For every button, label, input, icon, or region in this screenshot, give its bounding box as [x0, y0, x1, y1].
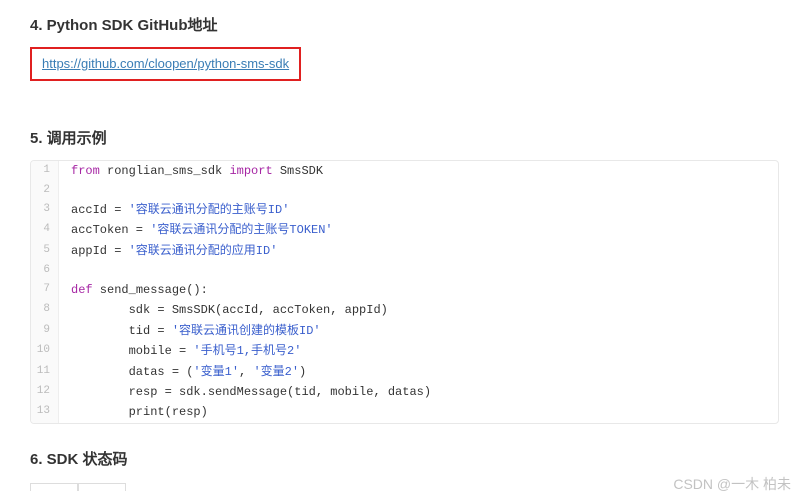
line-number: 8	[31, 300, 59, 320]
code-row: 1from ronglian_sms_sdk import SmsSDK	[31, 161, 778, 181]
code-line	[59, 181, 71, 200]
code-row: 3accId = '容联云通讯分配的主账号ID'	[31, 200, 778, 220]
code-line: accId = '容联云通讯分配的主账号ID'	[59, 200, 289, 220]
code-row: 12 resp = sdk.sendMessage(tid, mobile, d…	[31, 382, 778, 402]
code-line: sdk = SmsSDK(accId, accToken, appId)	[59, 300, 388, 320]
code-row: 5appId = '容联云通讯分配的应用ID'	[31, 241, 778, 261]
code-line: from ronglian_sms_sdk import SmsSDK	[59, 161, 323, 181]
line-number: 13	[31, 402, 59, 422]
line-number: 12	[31, 382, 59, 402]
line-number: 3	[31, 200, 59, 220]
code-line: accToken = '容联云通讯分配的主账号TOKEN'	[59, 220, 333, 240]
code-line: tid = '容联云通讯创建的模板ID'	[59, 321, 321, 341]
line-number: 6	[31, 261, 59, 280]
code-row: 11 datas = ('变量1', '变量2')	[31, 362, 778, 382]
section-6-title: 6. SDK 状态码	[30, 448, 779, 469]
line-number: 5	[31, 241, 59, 261]
status-code-tabs-stub	[30, 483, 779, 491]
line-number: 9	[31, 321, 59, 341]
code-row: 6	[31, 261, 778, 280]
github-link[interactable]: https://github.com/cloopen/python-sms-sd…	[42, 56, 289, 71]
code-row: 4accToken = '容联云通讯分配的主账号TOKEN'	[31, 220, 778, 240]
code-row: 7def send_message():	[31, 280, 778, 300]
code-line: print(resp)	[59, 402, 208, 422]
line-number: 10	[31, 341, 59, 361]
code-line: def send_message():	[59, 280, 208, 300]
code-row: 13 print(resp)	[31, 402, 778, 422]
section-5-title: 5. 调用示例	[30, 127, 779, 148]
code-row: 2	[31, 181, 778, 200]
code-line	[59, 261, 71, 280]
code-row: 10 mobile = '手机号1,手机号2'	[31, 341, 778, 361]
line-number: 4	[31, 220, 59, 240]
line-number: 7	[31, 280, 59, 300]
code-row: 8 sdk = SmsSDK(accId, accToken, appId)	[31, 300, 778, 320]
code-example: 1from ronglian_sms_sdk import SmsSDK23ac…	[30, 160, 779, 424]
code-row: 9 tid = '容联云通讯创建的模板ID'	[31, 321, 778, 341]
code-line: mobile = '手机号1,手机号2'	[59, 341, 301, 361]
line-number: 11	[31, 362, 59, 382]
line-number: 1	[31, 161, 59, 181]
code-line: resp = sdk.sendMessage(tid, mobile, data…	[59, 382, 431, 402]
github-link-box: https://github.com/cloopen/python-sms-sd…	[30, 47, 301, 81]
line-number: 2	[31, 181, 59, 200]
section-4-title: 4. Python SDK GitHub地址	[30, 14, 779, 35]
code-line: appId = '容联云通讯分配的应用ID'	[59, 241, 277, 261]
code-line: datas = ('变量1', '变量2')	[59, 362, 306, 382]
